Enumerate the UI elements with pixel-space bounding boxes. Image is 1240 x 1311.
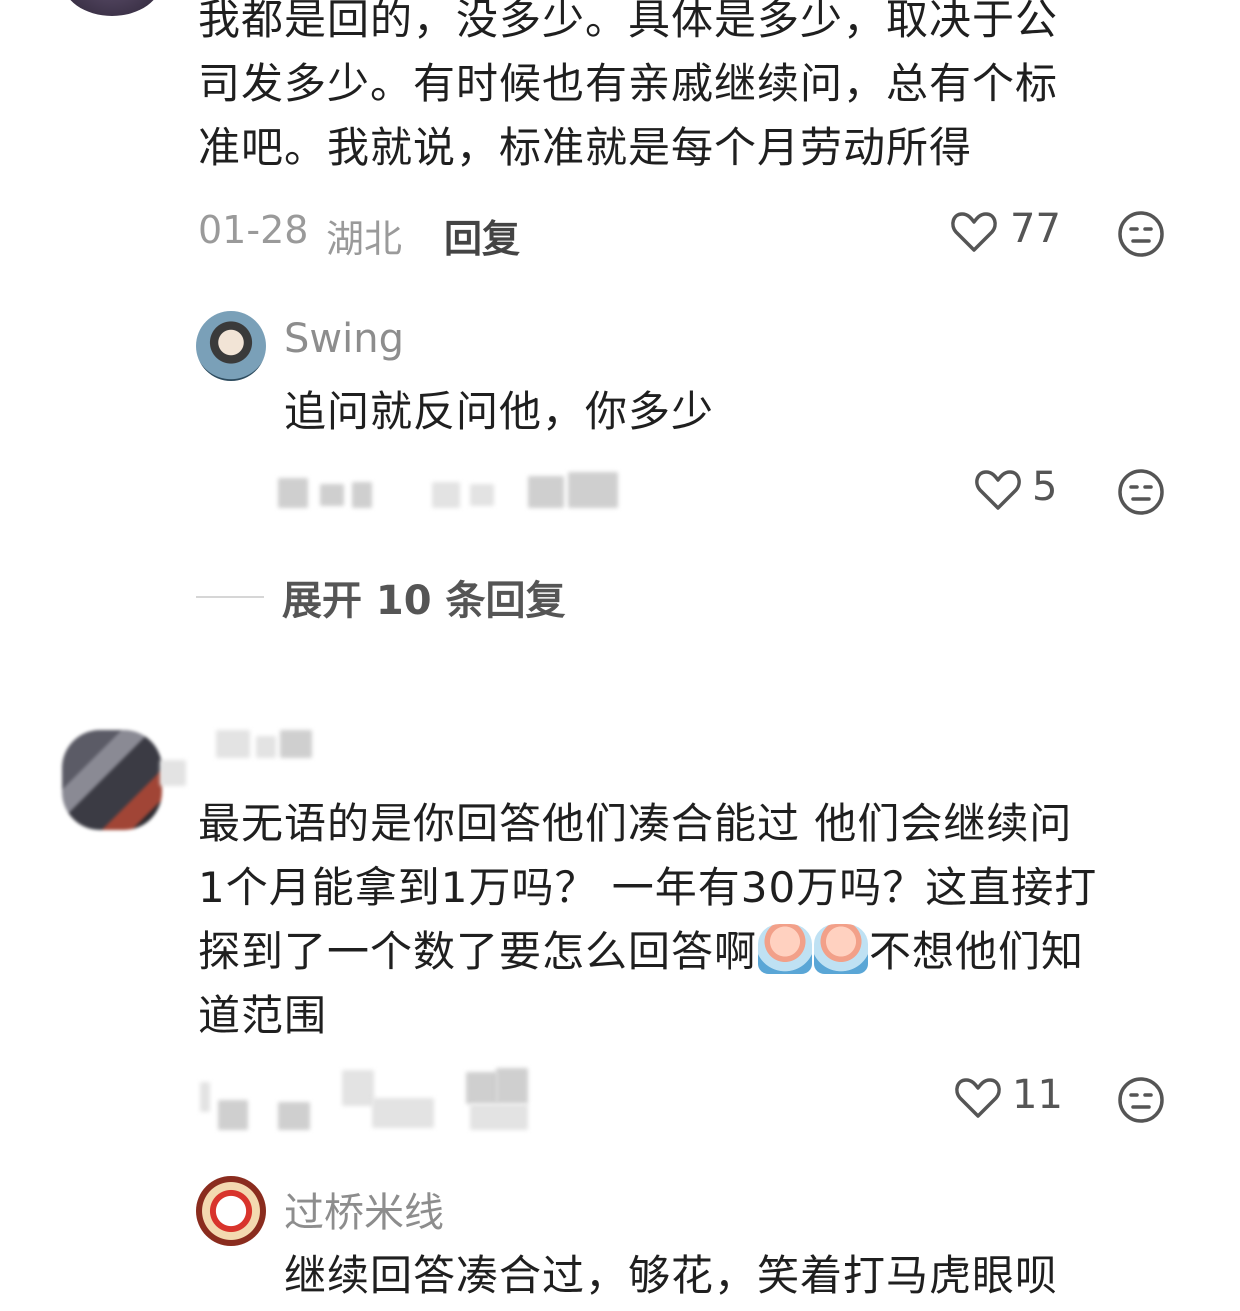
like-count: 11 (1012, 1072, 1063, 1118)
blurred-username (216, 730, 250, 758)
blurred-meta (466, 1072, 498, 1104)
blurred-meta (432, 482, 460, 508)
expand-replies-button[interactable]: 展开 10 条回复 (196, 568, 566, 626)
avatar[interactable] (196, 311, 266, 381)
neutral-face-icon[interactable] (1117, 1076, 1165, 1124)
blurred-meta (218, 1100, 248, 1130)
comment-text: 最无语的是你回答他们凑合能过 他们会继续问 1个月能拿到1万吗？ 一年有30万吗… (198, 799, 1098, 1040)
neutral-face-icon[interactable] (1117, 210, 1165, 258)
reply-text: 继续回答凑合过，够花，笑着打马虎眼呗 (284, 1251, 1059, 1300)
avatar[interactable] (62, 0, 162, 16)
divider-line (196, 596, 264, 598)
blurred-meta (278, 1102, 310, 1130)
reply-username[interactable]: Swing (284, 316, 404, 362)
avatar[interactable] (62, 730, 162, 830)
crying-emoji-icon (814, 924, 869, 974)
blurred-meta (320, 484, 344, 506)
blurred-meta (470, 484, 494, 506)
avatar[interactable] (196, 1176, 266, 1246)
blurred-meta (528, 476, 564, 508)
heart-outline-icon[interactable] (954, 1076, 1002, 1120)
like-count: 77 (1010, 206, 1061, 252)
blurred-meta (200, 1082, 210, 1112)
blurred-meta (342, 1070, 374, 1106)
blurred-username (256, 736, 276, 758)
comment-location: 湖北 (326, 217, 403, 261)
like-count: 5 (1032, 464, 1058, 510)
blurred-meta (470, 1104, 528, 1130)
blurred-meta (568, 472, 618, 508)
reply-username[interactable]: 过桥米线 (284, 1180, 444, 1238)
heart-outline-icon[interactable] (950, 210, 998, 254)
blurred-meta (352, 482, 372, 508)
expand-replies-label: 展开 10 条回复 (282, 578, 566, 624)
heart-outline-icon[interactable] (974, 468, 1022, 512)
blurred-meta (372, 1098, 434, 1128)
blurred-meta (278, 478, 308, 508)
comment-text: 我都是回的，没多少。具体是多少，取决于公 司发多少。有时候也有亲戚继续问，总有个… (198, 0, 1059, 172)
comment-date: 01-28 (198, 208, 309, 252)
blurred-username (160, 760, 186, 786)
reply-button[interactable]: 回复 (444, 208, 520, 263)
blurred-meta (496, 1068, 528, 1104)
reply-text: 追问就反问他，你多少 (284, 387, 715, 436)
blurred-username (280, 730, 312, 758)
crying-emoji-icon (758, 924, 813, 974)
neutral-face-icon[interactable] (1117, 468, 1165, 516)
